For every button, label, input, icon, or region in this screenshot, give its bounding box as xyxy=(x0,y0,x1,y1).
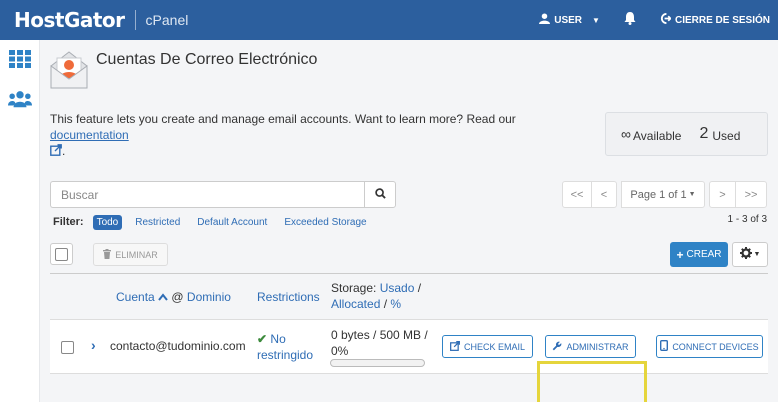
email-accounts-icon xyxy=(49,48,89,90)
column-at-label: @ xyxy=(171,290,184,304)
available-symbol: ∞ xyxy=(621,126,631,142)
restriction-line1: No xyxy=(270,332,286,346)
logout-icon xyxy=(660,13,672,27)
gear-icon xyxy=(739,247,752,262)
checkbox-box xyxy=(55,247,68,261)
delete-label: ELIMINAR xyxy=(115,249,158,260)
logout-button[interactable]: CIERRE DE SESIÓN xyxy=(660,13,770,27)
logout-label: CIERRE DE SESIÓN xyxy=(674,14,770,26)
account-stats: ∞ Available 2 Used xyxy=(605,112,768,156)
logo-divider xyxy=(134,10,136,30)
connect-devices-button[interactable]: CONNECT DEVICES xyxy=(656,335,763,358)
user-label: USER xyxy=(554,14,583,26)
chevron-right-icon[interactable]: › xyxy=(91,337,96,353)
manage-button[interactable]: ADMINISTRAR xyxy=(545,335,636,358)
check-email-label: CHECK EMAIL xyxy=(463,341,525,352)
create-label: CREAR xyxy=(686,249,722,260)
sort-by-allocated[interactable]: Allocated xyxy=(331,297,380,311)
filter-restricted[interactable]: Restricted xyxy=(131,215,184,230)
column-account-label: Cuenta xyxy=(116,290,155,304)
filter-default-account[interactable]: Default Account xyxy=(193,215,271,230)
external-link-icon[interactable] xyxy=(50,143,62,160)
column-domain-label: Dominio xyxy=(186,290,231,304)
users-icon[interactable] xyxy=(8,88,32,110)
pagination: << < Page 1 of 1 ▼ > >> xyxy=(562,181,767,208)
last-page-button[interactable]: >> xyxy=(735,181,767,208)
description-text: This feature lets you create and manage … xyxy=(50,112,516,126)
plus-icon: + xyxy=(676,247,684,262)
filter-bar: Filter: Todo Restricted Default Account … xyxy=(53,213,380,231)
storage-usage: 0 bytes / 500 MB / 0% xyxy=(331,327,428,359)
account-email: contacto@tudominio.com xyxy=(110,339,246,353)
column-header-restrictions[interactable]: Restrictions xyxy=(257,290,320,304)
mobile-phone-icon xyxy=(660,339,669,353)
documentation-suffix: . xyxy=(62,144,66,158)
storage-separator: / xyxy=(383,297,388,311)
top-navbar: HostGator cPanel USER ▼ CIERRE DE SESIÓN xyxy=(0,0,778,40)
filter-label: Filter: xyxy=(53,216,84,228)
restriction-status: ✔ No restringido xyxy=(257,331,313,363)
external-link-icon xyxy=(450,340,460,353)
chevron-down-icon: ▼ xyxy=(688,191,696,198)
apps-grid-icon[interactable] xyxy=(8,48,32,70)
bell-icon xyxy=(624,12,636,28)
notifications-button[interactable] xyxy=(624,12,636,28)
storage-separator: / xyxy=(417,281,422,295)
user-icon xyxy=(539,13,551,27)
chevron-down-icon: ▼ xyxy=(592,15,600,25)
storage-progress-bar xyxy=(330,359,425,367)
result-count: 1 - 3 of 3 xyxy=(727,214,767,225)
search-button[interactable] xyxy=(364,181,396,208)
available-label: Available xyxy=(632,128,682,143)
sort-by-percent[interactable]: % xyxy=(390,297,401,311)
row-checkbox[interactable] xyxy=(61,341,74,354)
search-bar xyxy=(50,181,396,208)
prev-page-button[interactable]: < xyxy=(591,181,617,208)
checkmark-icon: ✔ xyxy=(257,332,268,346)
used-label: Used xyxy=(712,128,741,143)
search-input[interactable] xyxy=(50,181,364,208)
cpanel-label: cPanel xyxy=(145,12,189,28)
first-page-button[interactable]: << xyxy=(562,181,592,208)
manage-label: ADMINISTRAR xyxy=(566,341,629,352)
search-icon xyxy=(374,187,386,202)
wrench-icon xyxy=(552,341,562,353)
table-header-divider xyxy=(50,273,768,274)
filter-all[interactable]: Todo xyxy=(92,214,123,230)
select-all-checkbox[interactable] xyxy=(50,243,73,265)
sidebar xyxy=(0,40,40,402)
storage-prefix: Storage: xyxy=(331,281,377,295)
page-select-label: Page 1 of 1 xyxy=(630,188,687,201)
trash-icon xyxy=(103,248,112,261)
page-select[interactable]: Page 1 of 1 ▼ xyxy=(621,181,705,208)
sort-by-used[interactable]: Usado xyxy=(380,281,415,295)
main-content: Cuentas De Correo Electrónico This featu… xyxy=(40,40,778,402)
storage-line1: 0 bytes / 500 MB / xyxy=(331,328,428,342)
settings-dropdown-button[interactable]: ▼ xyxy=(732,242,768,267)
top-right-menu: USER ▼ CIERRE DE SESIÓN xyxy=(515,0,770,40)
create-button[interactable]: + CREAR xyxy=(670,242,728,267)
table-row: › contacto@tudominio.com ✔ No restringid… xyxy=(50,319,768,374)
chevron-down-icon: ▼ xyxy=(753,251,761,258)
column-header-account[interactable]: Cuenta @ Dominio xyxy=(116,290,231,304)
check-email-button[interactable]: CHECK EMAIL xyxy=(442,335,533,358)
restriction-line2: restringido xyxy=(257,348,314,362)
delete-button[interactable]: ELIMINAR xyxy=(93,243,168,266)
hostgator-logo[interactable]: HostGator xyxy=(14,8,125,32)
page-title: Cuentas De Correo Electrónico xyxy=(96,51,318,68)
page-description: This feature lets you create and manage … xyxy=(50,111,590,160)
user-menu[interactable]: USER ▼ xyxy=(539,13,600,27)
column-header-storage: Storage: Usado / Allocated / % xyxy=(331,280,421,312)
filter-exceeded-storage[interactable]: Exceeded Storage xyxy=(280,215,370,230)
documentation-link[interactable]: documentation xyxy=(50,128,129,142)
storage-line2: 0% xyxy=(331,344,349,358)
next-page-button[interactable]: > xyxy=(709,181,736,208)
used-count: 2 xyxy=(699,125,709,142)
sort-asc-icon xyxy=(158,290,171,304)
connect-devices-label: CONNECT DEVICES xyxy=(672,341,759,352)
